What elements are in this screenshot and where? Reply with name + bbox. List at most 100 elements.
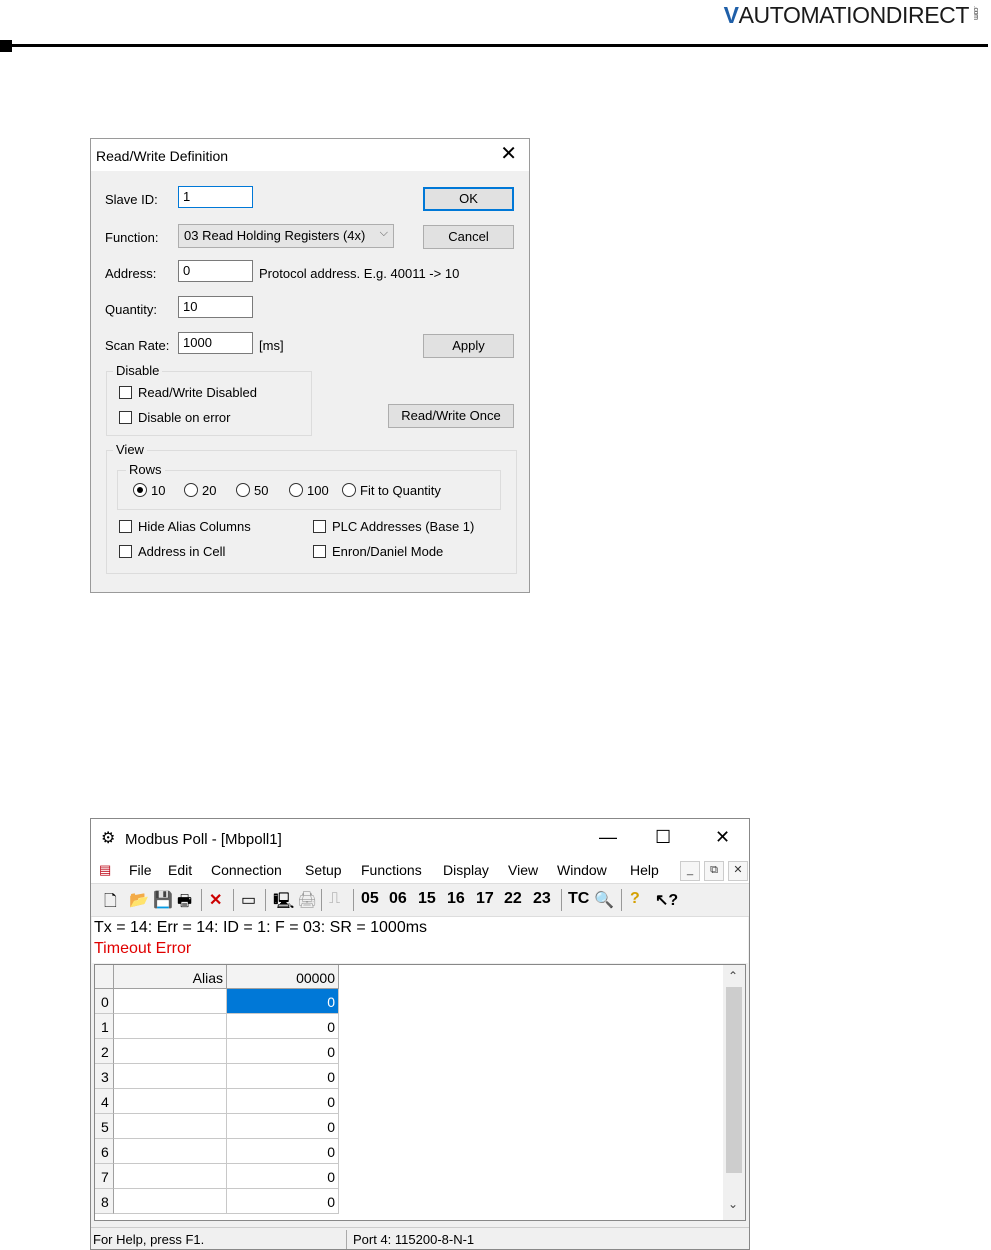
- help-icon[interactable]: ?: [630, 890, 640, 908]
- vertical-scrollbar[interactable]: ⌃ ⌄: [723, 965, 745, 1220]
- cancel-button[interactable]: Cancel: [423, 225, 514, 249]
- alias-cell[interactable]: [114, 1014, 227, 1039]
- mdi-minimize-icon[interactable]: _: [680, 861, 700, 881]
- alias-cell[interactable]: [114, 1139, 227, 1164]
- slave-id-input[interactable]: 1: [178, 186, 253, 208]
- minimize-icon[interactable]: —: [599, 827, 617, 848]
- disable-on-error-checkbox[interactable]: [119, 411, 132, 424]
- pulse-icon[interactable]: ⎍: [329, 890, 340, 908]
- menu-view[interactable]: View: [508, 862, 538, 878]
- function-05-button[interactable]: 05: [361, 890, 379, 908]
- menu-functions[interactable]: Functions: [361, 862, 422, 878]
- chevron-down-icon: ⌵: [379, 227, 388, 239]
- menu-connection[interactable]: Connection: [211, 862, 282, 878]
- open-folder-icon[interactable]: 📂: [129, 890, 149, 910]
- function-17-button[interactable]: 17: [476, 890, 494, 908]
- context-help-icon[interactable]: ↖?: [655, 890, 678, 910]
- window-icon[interactable]: ▭: [241, 890, 256, 910]
- function-06-button[interactable]: 06: [389, 890, 407, 908]
- menu-display[interactable]: Display: [443, 862, 489, 878]
- row-header[interactable]: 0: [95, 989, 114, 1014]
- menu-file[interactable]: File: [129, 862, 152, 878]
- brand-suffix: .com: [972, 6, 979, 20]
- menu-help[interactable]: Help: [630, 862, 659, 878]
- row-header[interactable]: 5: [95, 1114, 114, 1139]
- function-select[interactable]: 03 Read Holding Registers (4x) ⌵: [178, 224, 394, 248]
- read-write-disabled-label: Read/Write Disabled: [138, 385, 257, 400]
- value-cell[interactable]: 0: [227, 1164, 339, 1189]
- read-write-disabled-checkbox[interactable]: [119, 386, 132, 399]
- traffic-button[interactable]: TC: [568, 890, 589, 908]
- menu-window[interactable]: Window: [557, 862, 607, 878]
- row-header[interactable]: 1: [95, 1014, 114, 1039]
- scroll-down-icon[interactable]: ⌄: [728, 1197, 738, 1211]
- value-cell[interactable]: 0: [227, 1039, 339, 1064]
- alias-cell[interactable]: [114, 1039, 227, 1064]
- scroll-up-icon[interactable]: ⌃: [728, 969, 738, 983]
- function-22-button[interactable]: 22: [504, 890, 522, 908]
- alias-cell[interactable]: [114, 1064, 227, 1089]
- column-header-address[interactable]: 00000: [227, 965, 339, 989]
- save-icon[interactable]: 💾: [153, 890, 173, 910]
- row-header[interactable]: 2: [95, 1039, 114, 1064]
- close-icon[interactable]: ✕: [715, 827, 730, 848]
- disconnect-icon[interactable]: 🖨: [297, 890, 317, 910]
- row-header[interactable]: 3: [95, 1064, 114, 1089]
- menu-setup[interactable]: Setup: [305, 862, 342, 878]
- alias-cell[interactable]: [114, 989, 227, 1014]
- error-message: Timeout Error: [94, 940, 192, 957]
- row-header[interactable]: 8: [95, 1189, 114, 1214]
- plc-addresses-checkbox[interactable]: [313, 520, 326, 533]
- row-header[interactable]: 4: [95, 1089, 114, 1114]
- read-write-definition-dialog: Read/Write Definition ✕ Slave ID: 1 Func…: [90, 138, 530, 593]
- value-cell[interactable]: 0: [227, 1139, 339, 1164]
- monitor-icon[interactable]: 🔍: [594, 890, 614, 910]
- hide-alias-checkbox[interactable]: [119, 520, 132, 533]
- delete-icon[interactable]: ✕: [209, 890, 222, 910]
- close-icon[interactable]: ✕: [500, 144, 517, 164]
- rows-radio-20[interactable]: [184, 483, 198, 497]
- value-cell[interactable]: 0: [227, 1064, 339, 1089]
- alias-cell[interactable]: [114, 1089, 227, 1114]
- enron-mode-checkbox[interactable]: [313, 545, 326, 558]
- mdi-close-icon[interactable]: ✕: [728, 861, 748, 881]
- scan-rate-input[interactable]: 1000: [178, 332, 253, 354]
- value-cell[interactable]: 0: [227, 1189, 339, 1214]
- rows-radio-fit[interactable]: [342, 483, 356, 497]
- ok-button[interactable]: OK: [423, 187, 514, 211]
- function-16-button[interactable]: 16: [447, 890, 465, 908]
- function-15-button[interactable]: 15: [418, 890, 436, 908]
- apply-button[interactable]: Apply: [423, 334, 514, 358]
- maximize-icon[interactable]: ☐: [655, 827, 671, 848]
- read-write-once-button[interactable]: Read/Write Once: [388, 404, 514, 428]
- connect-icon[interactable]: 🖳: [273, 890, 294, 917]
- address-in-cell-checkbox[interactable]: [119, 545, 132, 558]
- address-input[interactable]: 0: [178, 260, 253, 282]
- rows-radio-10[interactable]: [133, 483, 147, 497]
- dialog-title: Read/Write Definition: [96, 148, 229, 164]
- column-header-alias[interactable]: Alias: [114, 965, 227, 989]
- row-header[interactable]: 7: [95, 1164, 114, 1189]
- value-cell[interactable]: 0: [227, 1089, 339, 1114]
- rows-option-50: 50: [254, 483, 269, 498]
- row-header[interactable]: 6: [95, 1139, 114, 1164]
- function-23-button[interactable]: 23: [533, 890, 551, 908]
- alias-cell[interactable]: [114, 1189, 227, 1214]
- scrollbar-thumb[interactable]: [726, 987, 742, 1173]
- alias-cell[interactable]: [114, 1164, 227, 1189]
- value-cell[interactable]: 0: [227, 1014, 339, 1039]
- rows-radio-100[interactable]: [289, 483, 303, 497]
- rows-option-100: 100: [307, 483, 329, 498]
- print-icon[interactable]: 🖶: [177, 890, 192, 917]
- mdi-restore-icon[interactable]: ⧉: [704, 861, 724, 881]
- disable-group: [106, 371, 312, 436]
- alias-cell[interactable]: [114, 1114, 227, 1139]
- value-cell[interactable]: 0: [227, 989, 339, 1014]
- disable-group-label: Disable: [113, 363, 163, 378]
- menu-edit[interactable]: Edit: [168, 862, 192, 878]
- rows-radio-50[interactable]: [236, 483, 250, 497]
- rows-option-10: 10: [151, 483, 166, 498]
- value-cell[interactable]: 0: [227, 1114, 339, 1139]
- quantity-input[interactable]: 10: [178, 296, 253, 318]
- new-file-icon[interactable]: 🗋: [104, 890, 117, 917]
